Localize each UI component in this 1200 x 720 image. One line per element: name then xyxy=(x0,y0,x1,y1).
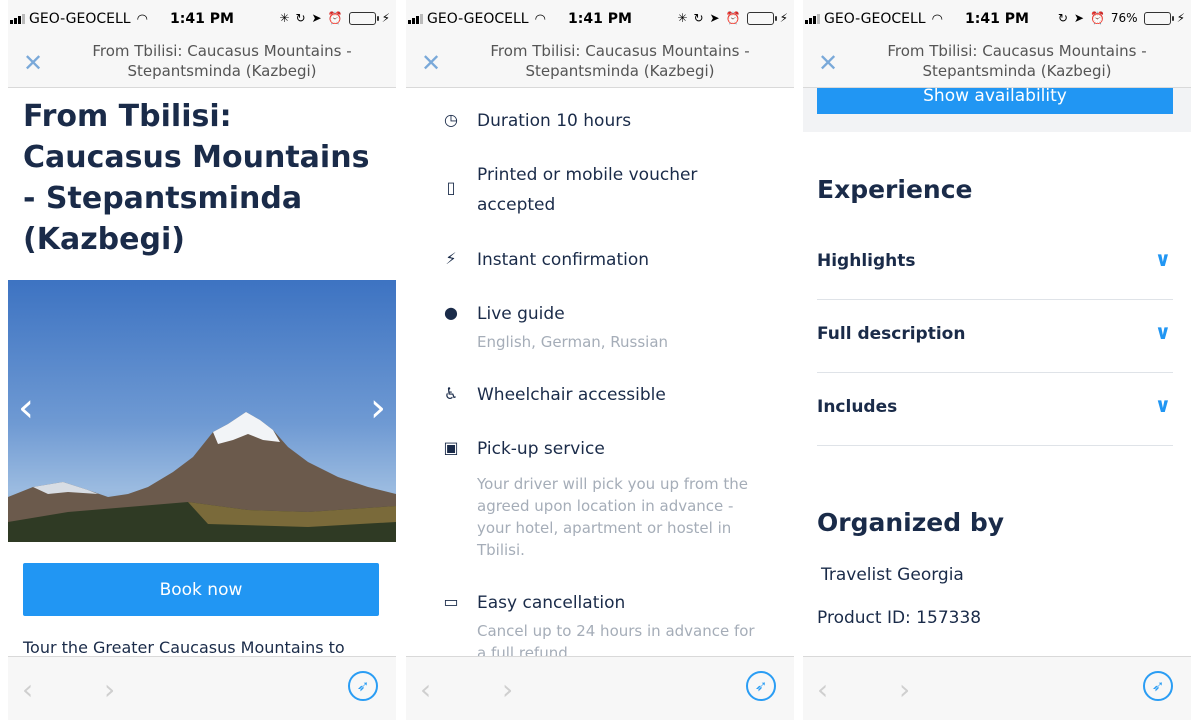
status-bar: GEO-GEOCELL ◠ 1:41 PM ✳ ↻ ➤ ⏰ ⚡ xyxy=(8,0,396,38)
loading-icon: ✳ xyxy=(677,11,688,25)
voucher-icon: ▯ xyxy=(446,178,456,197)
clock-icon: ◷ xyxy=(444,110,458,129)
carousel-next-icon[interactable]: › xyxy=(370,385,386,431)
chevron-right-icon[interactable]: › xyxy=(104,673,115,706)
card-icon: ▭ xyxy=(443,592,459,611)
feature-subtitle: English, German, Russian xyxy=(477,333,669,351)
accordion-highlights[interactable]: Highlights ∨ xyxy=(817,227,1173,300)
browser-navbar: ✕ From Tbilisi: Caucasus Mountains -Step… xyxy=(8,38,396,88)
product-id: Product ID: 157338 xyxy=(817,608,982,628)
charging-icon: ⚡ xyxy=(1176,11,1185,25)
chevron-right-icon[interactable]: › xyxy=(502,673,513,706)
feature-title: Instant confirmation xyxy=(477,250,650,270)
alarm-icon: ⏰ xyxy=(327,11,343,25)
hero-image-carousel[interactable]: ‹ › xyxy=(8,280,396,542)
feature-subtitle: Your driver will pick you up from the ag… xyxy=(477,475,749,559)
feature-title: Printed or mobile voucher accepted xyxy=(477,165,698,215)
bus-icon: ▣ xyxy=(443,438,459,457)
screen-features: GEO-GEOCELL ◠ 1:41 PM ✳ ↻ ➤ ⏰ ⚡ ✕ From T… xyxy=(406,0,794,720)
experience-title: Experience xyxy=(817,175,973,204)
loading-icon: ✳ xyxy=(279,11,290,25)
compass-icon[interactable]: ➶ xyxy=(1143,671,1173,701)
alarm-icon: ⏰ xyxy=(1089,11,1105,25)
browser-toolbar: ‹ › ➶ xyxy=(803,656,1191,720)
screen-overview: GEO-GEOCELL ◠ 1:41 PM ✳ ↻ ➤ ⏰ ⚡ ✕ From T… xyxy=(8,0,396,720)
book-now-button[interactable]: Book now xyxy=(23,563,379,616)
carousel-prev-icon[interactable]: ‹ xyxy=(18,385,34,431)
feature-title: Duration 10 hours xyxy=(477,111,632,131)
close-icon[interactable]: ✕ xyxy=(817,51,839,75)
accordion-label: Full description xyxy=(817,324,966,344)
chevron-left-icon[interactable]: ‹ xyxy=(420,673,431,706)
location-icon: ➤ xyxy=(1073,11,1084,25)
status-bar: GEO-GEOCELL ◠ 1:41 PM ✳ ↻ ➤ ⏰ ⚡ xyxy=(406,0,794,38)
close-icon[interactable]: ✕ xyxy=(22,51,44,75)
chevron-left-icon[interactable]: ‹ xyxy=(22,673,33,706)
battery-icon xyxy=(746,11,777,25)
accordion-label: Includes xyxy=(817,397,898,417)
feature-title: Easy cancellation xyxy=(477,593,626,613)
battery-icon xyxy=(348,11,379,25)
rotation-lock-icon: ↻ xyxy=(693,11,704,25)
browser-navbar: ✕ From Tbilisi: Caucasus Mountains -Step… xyxy=(406,38,794,88)
browser-navbar: ✕ From Tbilisi: Caucasus Mountains -Step… xyxy=(803,38,1191,88)
close-icon[interactable]: ✕ xyxy=(420,51,442,75)
lightning-icon: ⚡ xyxy=(445,249,457,268)
intro-text: Tour the Greater Caucasus Mountains to xyxy=(23,638,345,657)
compass-icon[interactable]: ➶ xyxy=(746,671,776,701)
chevron-down-icon: ∨ xyxy=(1154,393,1171,417)
mountain-image xyxy=(8,412,396,542)
nav-title: From Tbilisi: Caucasus Mountains -Stepan… xyxy=(887,42,1147,80)
accordion-label: Highlights xyxy=(817,251,916,271)
chevron-down-icon: ∨ xyxy=(1154,320,1171,344)
guide-icon: ● xyxy=(444,303,458,322)
feature-title: Live guide xyxy=(477,304,565,324)
screen-details: Show availability GEO-GEOCELL ◠ 1:41 PM … xyxy=(803,0,1191,720)
battery-percent: 76% xyxy=(1110,11,1138,25)
feature-title: Wheelchair accessible xyxy=(477,385,666,405)
rotation-lock-icon: ↻ xyxy=(295,11,306,25)
organizer-name: Travelist Georgia xyxy=(821,565,964,585)
page-title: From Tbilisi: Caucasus Mountains - Stepa… xyxy=(23,99,370,257)
location-icon: ➤ xyxy=(311,11,322,25)
browser-toolbar: ‹ › ➶ xyxy=(8,656,396,720)
accordion-full-description[interactable]: Full description ∨ xyxy=(817,300,1173,373)
status-bar: GEO-GEOCELL ◠ 1:41 PM ↻ ➤ ⏰ 76% ⚡ xyxy=(803,0,1191,38)
compass-icon[interactable]: ➶ xyxy=(348,671,378,701)
accordion-includes[interactable]: Includes ∨ xyxy=(817,373,1173,446)
nav-title: From Tbilisi: Caucasus Mountains -Stepan… xyxy=(490,42,750,80)
chevron-left-icon[interactable]: ‹ xyxy=(817,673,828,706)
feature-title: Pick-up service xyxy=(477,439,605,459)
nav-title: From Tbilisi: Caucasus Mountains -Stepan… xyxy=(92,42,352,80)
organized-by-title: Organized by xyxy=(817,508,1005,537)
location-icon: ➤ xyxy=(709,11,720,25)
alarm-icon: ⏰ xyxy=(725,11,741,25)
wheelchair-icon: ♿ xyxy=(443,384,459,403)
battery-icon xyxy=(1143,11,1174,25)
rotation-lock-icon: ↻ xyxy=(1057,11,1068,25)
charging-icon: ⚡ xyxy=(381,11,390,25)
browser-toolbar: ‹ › ➶ xyxy=(406,656,794,720)
charging-icon: ⚡ xyxy=(779,11,788,25)
chevron-right-icon[interactable]: › xyxy=(899,673,910,706)
chevron-down-icon: ∨ xyxy=(1154,247,1171,271)
